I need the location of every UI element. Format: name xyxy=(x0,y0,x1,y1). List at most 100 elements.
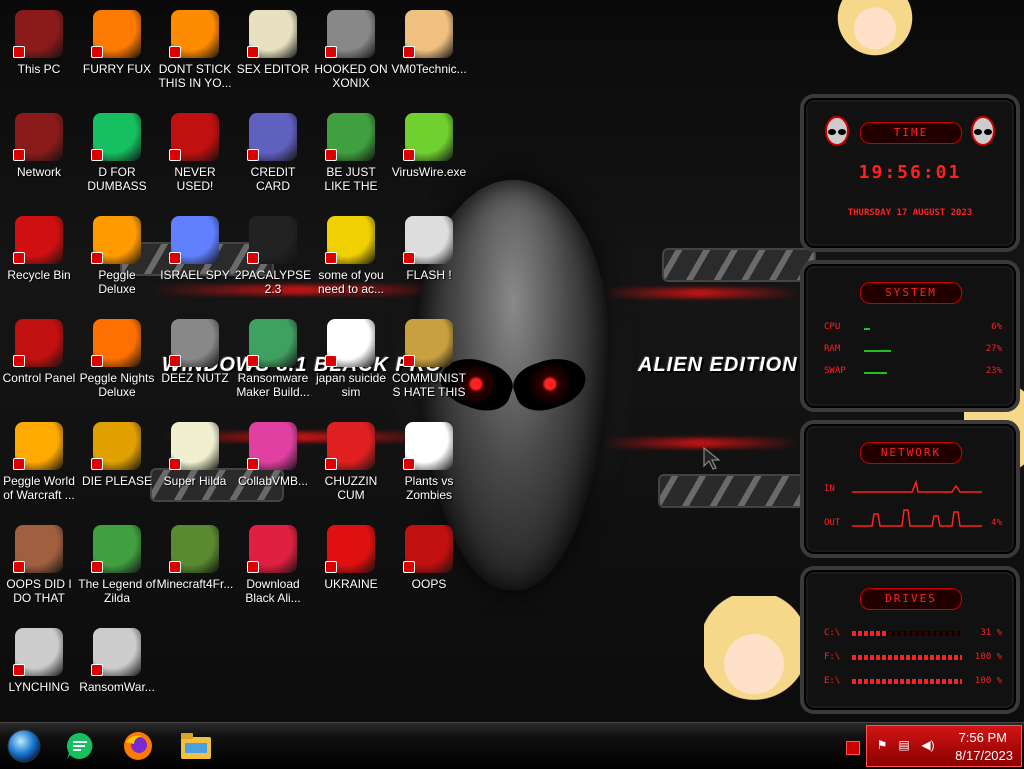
drives-widget[interactable]: DRIVES C:\ 31 % F:\ 100 % E:\ 100 % xyxy=(800,566,1020,714)
desktop-icon[interactable]: Network xyxy=(0,107,78,207)
shortcut-arrow-icon xyxy=(325,46,337,58)
shortcut-arrow-icon xyxy=(247,252,259,264)
desktop-icon[interactable]: Super Hilda xyxy=(156,416,234,516)
shortcut-arrow-icon xyxy=(403,458,415,470)
desktop-icon[interactable]: This PC xyxy=(0,4,78,104)
desktop-icon[interactable]: FLASH ! xyxy=(390,210,468,310)
desktop-icon[interactable]: HOOKED ON XONIX xyxy=(312,4,390,104)
desktop-icon[interactable]: japan suicide sim xyxy=(312,313,390,413)
time-widget[interactable]: TIME 19:56:01 THURSDAY 17 AUGUST 2023 xyxy=(800,94,1020,252)
desktop-icon[interactable]: 2PACALYPSE 2.3 xyxy=(234,210,312,310)
desktop-icon-label: FLASH ! xyxy=(406,268,452,282)
drive-label: E:\ xyxy=(824,676,841,686)
network-out-label: OUT xyxy=(824,518,841,528)
money-bag-icon xyxy=(403,319,453,367)
desktop-icon[interactable]: OOPS xyxy=(390,519,468,619)
game-icon xyxy=(325,10,375,58)
system-widget[interactable]: SYSTEM CPU 6% RAM 27% SWAP 23% xyxy=(800,260,1020,412)
shortcut-arrow-icon xyxy=(13,561,25,573)
network-status-icon[interactable]: ▤ xyxy=(897,738,911,752)
desktop-icon[interactable]: CollabVMB... xyxy=(234,416,312,516)
widget-clock: 19:56:01 xyxy=(858,162,962,183)
show-hidden-icons-button[interactable] xyxy=(846,741,860,755)
desktop-icon[interactable]: LYNCHING xyxy=(0,622,78,722)
peggle-nights-icon xyxy=(91,319,141,367)
desktop-icon[interactable]: Minecraft4Fr... xyxy=(156,519,234,619)
desktop-icon[interactable]: CHUZZIN CUM xyxy=(312,416,390,516)
desktop-icon[interactable]: OOPS DID I DO THAT xyxy=(0,519,78,619)
desktop-icon[interactable]: VirusWire.exe xyxy=(390,107,468,207)
terminal-icon xyxy=(247,216,297,264)
desktop-icon[interactable]: The Legend of Zilda xyxy=(78,519,156,619)
system-widget-title: SYSTEM xyxy=(860,282,962,304)
desktop-icon[interactable]: Download Black Ali... xyxy=(234,519,312,619)
shortcut-arrow-icon xyxy=(169,252,181,264)
pixel-game-icon xyxy=(169,422,219,470)
shortcut-arrow-icon xyxy=(403,252,415,264)
widget-date: THURSDAY 17 AUGUST 2023 xyxy=(847,208,973,218)
network-widget[interactable]: NETWORK IN OUT 4% xyxy=(800,420,1020,558)
taskbar-clock-date[interactable]: 8/17/2023 xyxy=(955,748,1013,763)
wallpaper-red-streak xyxy=(600,438,800,448)
document-icon xyxy=(325,319,375,367)
taskbar-chat-app-button[interactable] xyxy=(60,727,100,765)
action-center-flag-icon[interactable]: ⚑ xyxy=(875,738,889,752)
desktop-icon[interactable]: FURRY FUX xyxy=(78,4,156,104)
desktop-icon[interactable]: DONT STICK THIS IN YO... xyxy=(156,4,234,104)
skull-icon xyxy=(91,628,141,676)
shortcut-arrow-icon xyxy=(247,355,259,367)
shortcut-arrow-icon xyxy=(91,561,103,573)
drive-usage-fill xyxy=(852,679,962,684)
globe-icon xyxy=(247,525,297,573)
lime-icon xyxy=(403,113,453,161)
drive-label: C:\ xyxy=(824,628,841,638)
taskbar-firefox-button[interactable] xyxy=(118,727,158,765)
desktop-icon[interactable]: BE JUST LIKE THE DUDE! xyxy=(312,107,390,207)
shortcut-arrow-icon xyxy=(247,46,259,58)
desktop-icon-label: DONT STICK THIS IN YO... xyxy=(158,62,232,90)
desktop-icon[interactable]: Recycle Bin xyxy=(0,210,78,310)
drive-usage-bar xyxy=(852,655,962,660)
desktop-icon[interactable]: Peggle Deluxe xyxy=(78,210,156,310)
desktop-icon[interactable]: DIE PLEASE xyxy=(78,416,156,516)
desktop-icon-label: Download Black Ali... xyxy=(245,577,301,605)
shortcut-arrow-icon xyxy=(247,561,259,573)
desktop-icon[interactable]: D FOR DUMBASS xyxy=(78,107,156,207)
desktop-icon[interactable]: COMMUNISTS HATE THIS G... xyxy=(390,313,468,413)
desktop-icon-label: UKRAINE xyxy=(324,577,378,591)
desktop-icon[interactable]: UKRAINE xyxy=(312,519,390,619)
desktop-icon[interactable]: ISRAEL SPY xyxy=(156,210,234,310)
desktop[interactable]: WINDOWS 8.1 BLACK PRO ALIEN EDITION 20 T… xyxy=(0,0,1024,722)
shortcut-arrow-icon xyxy=(325,355,337,367)
desktop-icon[interactable]: Peggle Nights Deluxe xyxy=(78,313,156,413)
cartoon-character-image xyxy=(830,0,920,60)
desktop-icon-label: DEEZ NUTZ xyxy=(161,371,229,385)
taskbar-file-explorer-button[interactable] xyxy=(176,727,216,765)
desktop-icon[interactable]: VM0Technic... xyxy=(390,4,468,104)
desktop-icon-label: VM0Technic... xyxy=(391,62,467,76)
firefox-icon xyxy=(124,732,152,760)
desktop-icon[interactable]: Peggle World of Warcraft ... xyxy=(0,416,78,516)
desktop-icon[interactable]: Ransomware Maker Build... xyxy=(234,313,312,413)
volume-icon[interactable]: ◀) xyxy=(921,738,935,752)
desktop-icon[interactable]: CREDIT CARD CHECKER xyxy=(234,107,312,207)
desktop-icon[interactable]: SEX EDITOR xyxy=(234,4,312,104)
taskbar: ⚑ ▤ ◀) 7:56 PM 8/17/2023 xyxy=(0,722,1024,769)
shortcut-arrow-icon xyxy=(13,46,25,58)
desktop-icon-label: HOOKED ON XONIX xyxy=(314,62,388,90)
desktop-icon[interactable]: NEVER USED! xyxy=(156,107,234,207)
desktop-icon[interactable]: Plants vs Zombies xyxy=(390,416,468,516)
collab-icon xyxy=(247,422,297,470)
start-button[interactable] xyxy=(4,727,44,765)
shortcut-arrow-icon xyxy=(325,561,337,573)
system-row-label: SWAP xyxy=(824,366,846,376)
taskbar-clock-time[interactable]: 7:56 PM xyxy=(959,730,1007,745)
desktop-icon[interactable]: DEEZ NUTZ xyxy=(156,313,234,413)
desktop-icon-label: CollabVMB... xyxy=(237,474,309,488)
shortcut-arrow-icon xyxy=(169,458,181,470)
shortcut-arrow-icon xyxy=(169,355,181,367)
system-row-label: CPU xyxy=(824,322,841,332)
desktop-icon[interactable]: some of you need to ac... xyxy=(312,210,390,310)
desktop-icon[interactable]: RansomWar... xyxy=(78,622,156,722)
desktop-icon[interactable]: Control Panel xyxy=(0,313,78,413)
